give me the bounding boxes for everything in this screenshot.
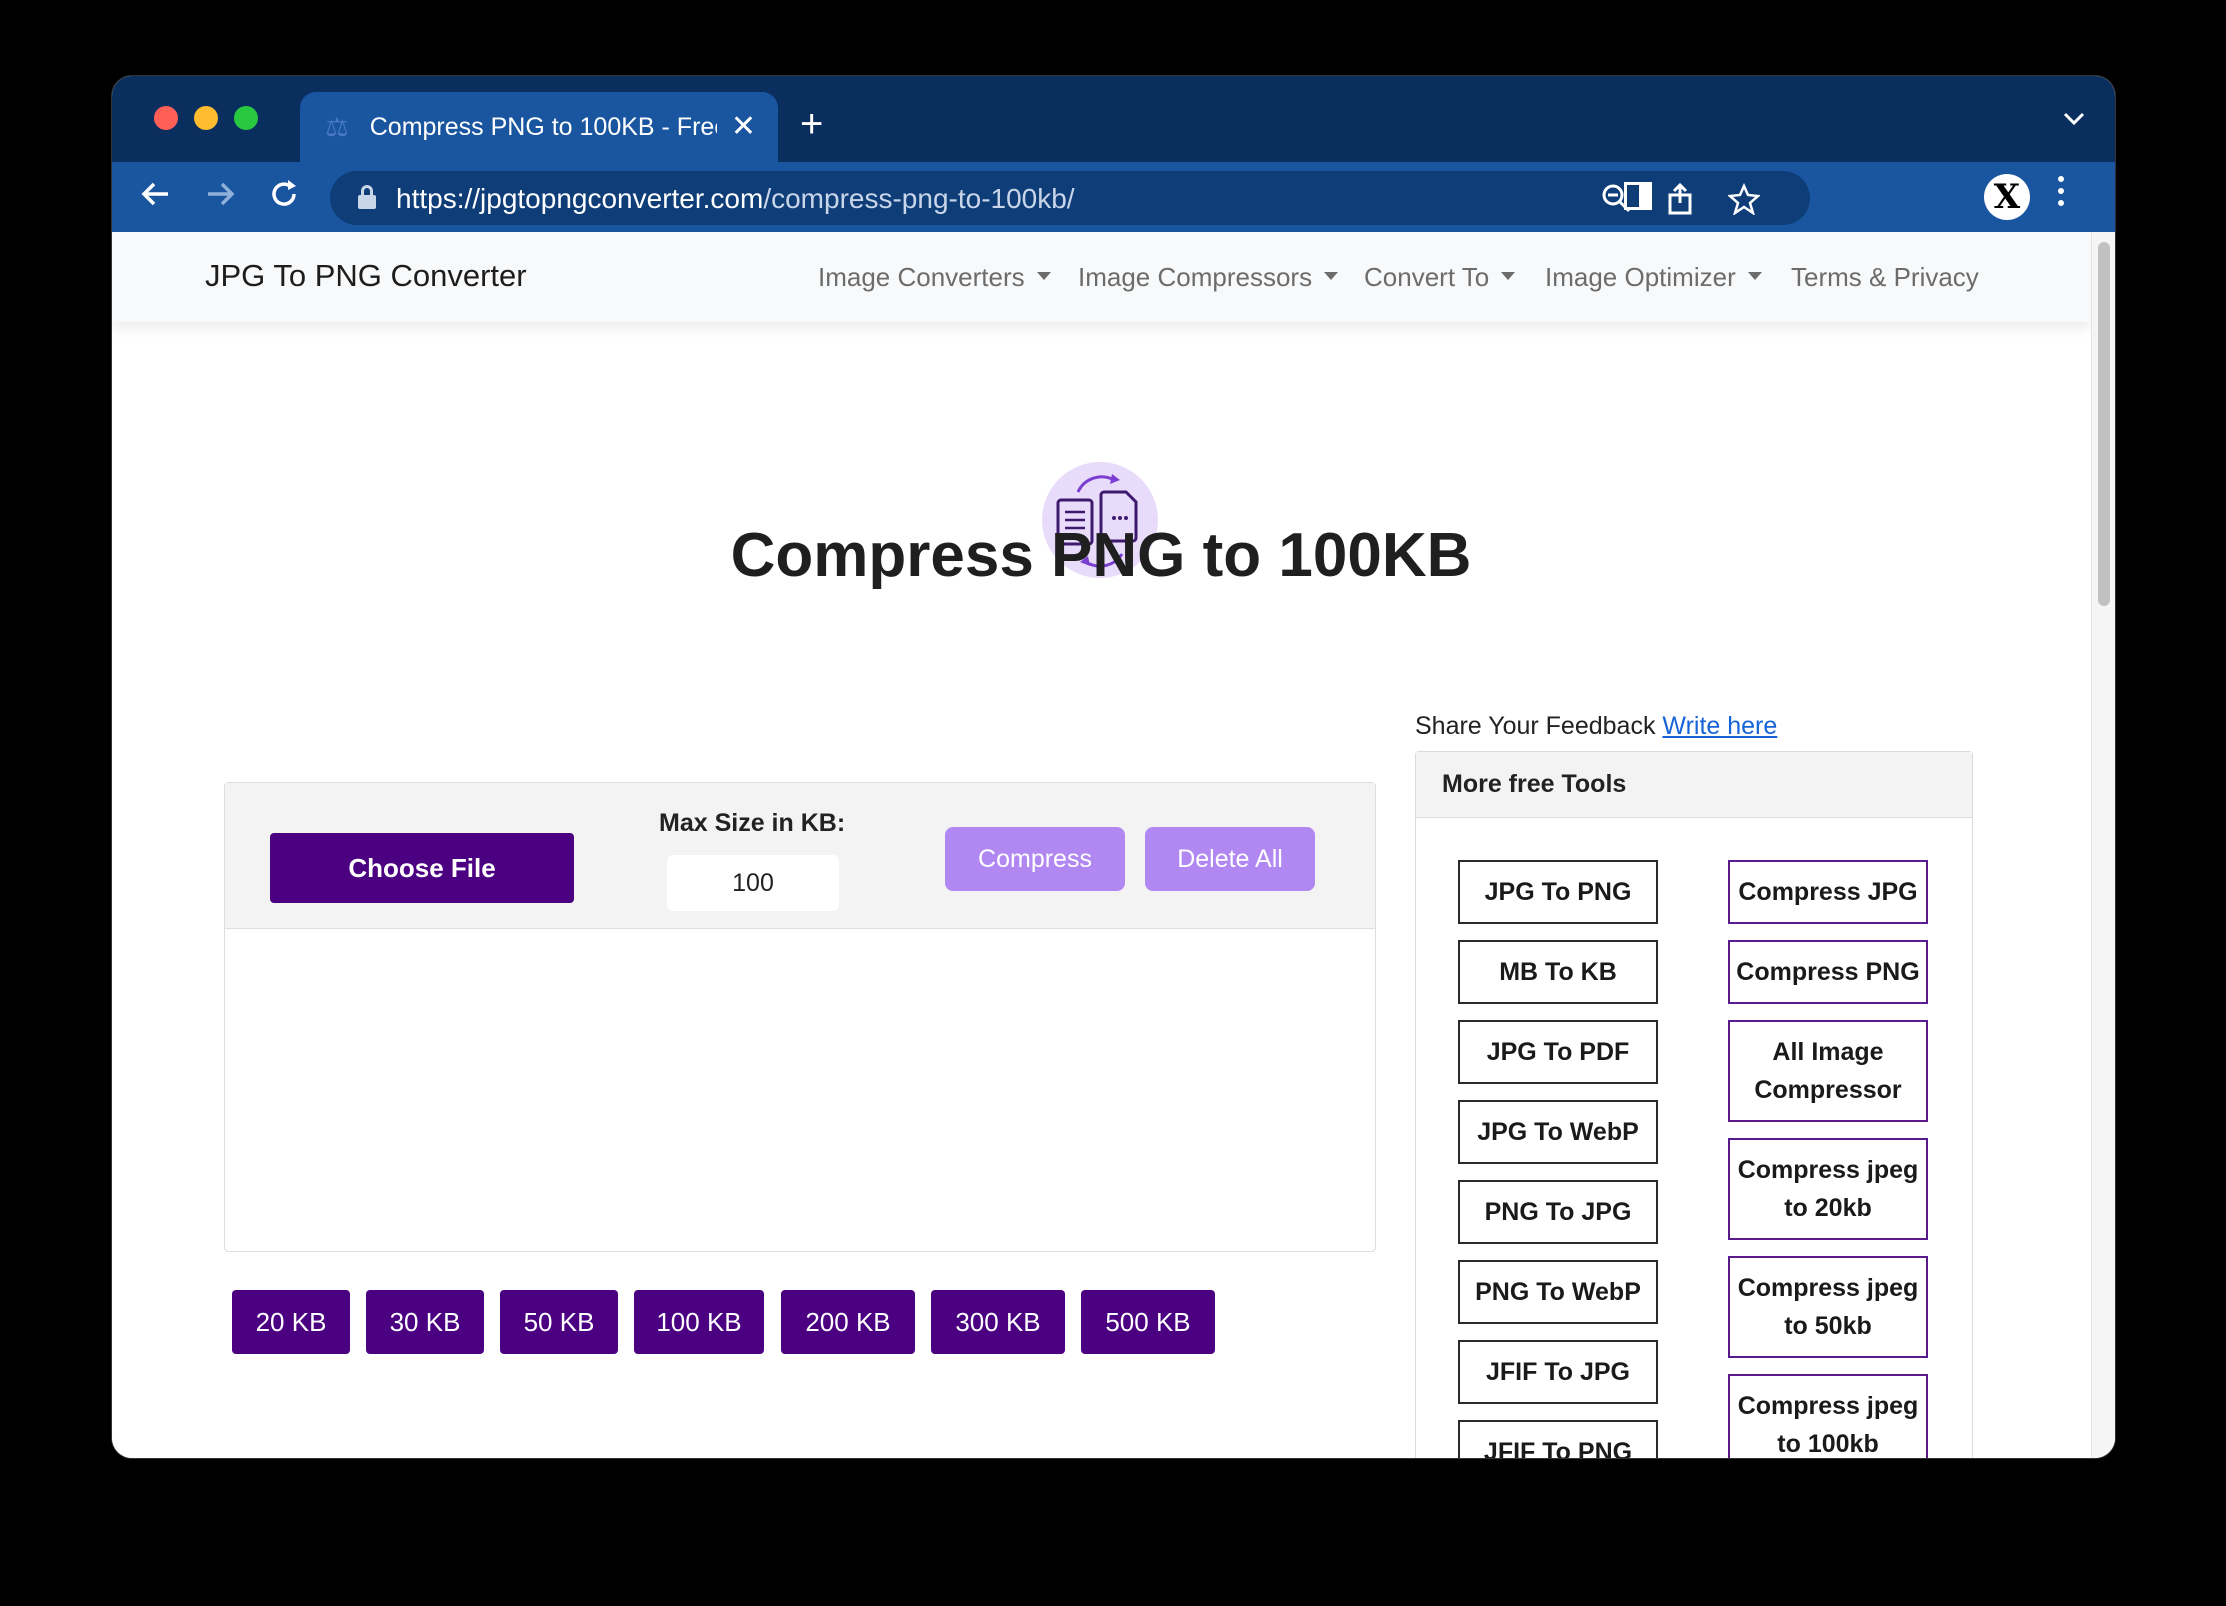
nav-image-compressors[interactable]: Image Compressors bbox=[1078, 262, 1339, 293]
tool-compress-jpeg-20kb[interactable]: Compress jpeg to 20kb bbox=[1728, 1138, 1928, 1240]
choose-file-button[interactable]: Choose File bbox=[270, 833, 574, 903]
browser-menu-icon[interactable] bbox=[2056, 174, 2066, 219]
tool-compress-jpeg-100kb[interactable]: Compress jpeg to 100kb bbox=[1728, 1374, 1928, 1458]
lock-icon[interactable] bbox=[358, 185, 376, 209]
tab-close-icon[interactable]: ✕ bbox=[731, 112, 756, 142]
close-window-button[interactable] bbox=[154, 106, 178, 130]
browser-tab[interactable]: ⚖ Compress PNG to 100KB - Free ✕ bbox=[300, 92, 778, 162]
delete-all-button[interactable]: Delete All bbox=[1145, 827, 1315, 891]
tool-jpg-to-pdf[interactable]: JPG To PDF bbox=[1458, 1020, 1658, 1084]
url-host: https://jpgtopngconverter.com bbox=[396, 183, 764, 214]
caret-down-icon bbox=[1747, 272, 1762, 281]
nav-label: Image Optimizer bbox=[1545, 262, 1736, 292]
tool-jpg-to-webp[interactable]: JPG To WebP bbox=[1458, 1100, 1658, 1164]
tool-compress-jpg[interactable]: Compress JPG bbox=[1728, 860, 1928, 924]
nav-terms-privacy[interactable]: Terms & Privacy bbox=[1791, 262, 1979, 293]
nav-label: Convert To bbox=[1364, 262, 1490, 292]
browser-window: ⚖ Compress PNG to 100KB - Free ✕ + https… bbox=[112, 76, 2115, 1458]
back-arrow-icon[interactable] bbox=[136, 176, 176, 216]
nav-image-converters[interactable]: Image Converters bbox=[818, 262, 1051, 293]
nav-label: Image Compressors bbox=[1078, 262, 1313, 292]
page-scrollbar[interactable] bbox=[2091, 232, 2115, 1458]
size-500kb-button[interactable]: 500 KB bbox=[1081, 1290, 1215, 1354]
file-drop-area[interactable] bbox=[225, 929, 1375, 1251]
size-20kb-button[interactable]: 20 KB bbox=[232, 1290, 350, 1354]
converter-panel: Choose File Max Size in KB: Compress Del… bbox=[224, 782, 1376, 1252]
maximize-window-button[interactable] bbox=[234, 106, 258, 130]
tab-search-chevron-icon[interactable] bbox=[2063, 106, 2085, 132]
profile-avatar[interactable]: X bbox=[1984, 174, 2030, 220]
tab-title: Compress PNG to 100KB - Free bbox=[369, 112, 717, 141]
page-title: Compress PNG to 100KB bbox=[730, 521, 1472, 590]
site-brand[interactable]: JPG To PNG Converter bbox=[205, 258, 527, 294]
caret-down-icon bbox=[1036, 272, 1051, 281]
feedback-text: Share Your Feedback bbox=[1415, 712, 1656, 740]
nav-convert-to[interactable]: Convert To bbox=[1364, 262, 1516, 293]
caret-down-icon bbox=[1324, 272, 1339, 281]
size-100kb-button[interactable]: 100 KB bbox=[634, 1290, 764, 1354]
forward-arrow-icon[interactable] bbox=[200, 176, 240, 216]
site-favicon-icon: ⚖ bbox=[325, 112, 349, 142]
web-page: JPG To PNG Converter Image Converters Im… bbox=[112, 232, 2115, 1458]
tool-mb-to-kb[interactable]: MB To KB bbox=[1458, 940, 1658, 1004]
site-navbar: JPG To PNG Converter Image Converters Im… bbox=[112, 232, 2090, 322]
url-text[interactable]: https://jpgtopngconverter.com/compress-p… bbox=[396, 183, 1075, 215]
address-bar[interactable]: https://jpgtopngconverter.com/compress-p… bbox=[330, 171, 1810, 225]
tool-compress-jpeg-50kb[interactable]: Compress jpeg to 50kb bbox=[1728, 1256, 1928, 1358]
tool-png-to-jpg[interactable]: PNG To JPG bbox=[1458, 1180, 1658, 1244]
new-tab-button[interactable]: + bbox=[800, 104, 823, 144]
more-tools-heading: More free Tools bbox=[1416, 752, 1972, 818]
more-tools-panel: More free Tools JPG To PNG MB To KB JPG … bbox=[1415, 751, 1973, 1458]
feedback-link[interactable]: Write here bbox=[1662, 712, 1777, 740]
bookmark-star-icon[interactable] bbox=[1727, 182, 1761, 216]
reload-icon[interactable] bbox=[264, 176, 304, 216]
max-size-label: Max Size in KB: bbox=[659, 809, 846, 837]
size-30kb-button[interactable]: 30 KB bbox=[366, 1290, 484, 1354]
converter-toolbar: Choose File Max Size in KB: Compress Del… bbox=[225, 783, 1375, 929]
url-path: /compress-png-to-100kb/ bbox=[763, 183, 1075, 214]
size-200kb-button[interactable]: 200 KB bbox=[781, 1290, 915, 1354]
side-panel-icon[interactable] bbox=[1624, 182, 1652, 210]
max-size-input[interactable] bbox=[667, 855, 839, 911]
tool-jfif-to-jpg[interactable]: JFIF To JPG bbox=[1458, 1340, 1658, 1404]
nav-image-optimizer[interactable]: Image Optimizer bbox=[1545, 262, 1762, 293]
tool-compress-png[interactable]: Compress PNG bbox=[1728, 940, 1928, 1004]
feedback-line: Share Your Feedback Write here bbox=[1415, 712, 1777, 741]
size-300kb-button[interactable]: 300 KB bbox=[931, 1290, 1065, 1354]
nav-label: Image Converters bbox=[818, 262, 1025, 292]
tool-jpg-to-png[interactable]: JPG To PNG bbox=[1458, 860, 1658, 924]
compress-button[interactable]: Compress bbox=[945, 827, 1125, 891]
tool-jfif-to-png[interactable]: JFIF To PNG bbox=[1458, 1420, 1658, 1458]
tool-png-to-webp[interactable]: PNG To WebP bbox=[1458, 1260, 1658, 1324]
caret-down-icon bbox=[1501, 272, 1516, 281]
share-icon[interactable] bbox=[1664, 182, 1696, 215]
size-50kb-button[interactable]: 50 KB bbox=[500, 1290, 618, 1354]
browser-toolbar: https://jpgtopngconverter.com/compress-p… bbox=[112, 162, 2115, 232]
tool-all-image-compressor[interactable]: All Image Compressor bbox=[1728, 1020, 1928, 1122]
scrollbar-thumb[interactable] bbox=[2098, 242, 2110, 606]
tab-strip: ⚖ Compress PNG to 100KB - Free ✕ + bbox=[112, 76, 2115, 162]
minimize-window-button[interactable] bbox=[194, 106, 218, 130]
